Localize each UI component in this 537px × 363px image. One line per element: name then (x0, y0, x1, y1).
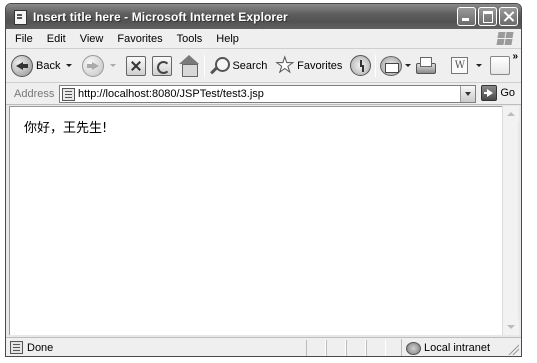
ie-page-icon (12, 9, 28, 25)
page-content: 你好，王先生! (9, 106, 507, 335)
forward-arrow-icon (82, 54, 105, 77)
scroll-up-icon[interactable] (503, 106, 519, 122)
word-icon: W (451, 57, 469, 74)
standard-toolbar: Back Search ★ Favorites W » (6, 49, 521, 83)
home-button[interactable] (178, 52, 200, 80)
toolbar-separator (375, 54, 377, 77)
favorites-star-icon: ★ (275, 53, 295, 77)
status-panels (306, 340, 386, 356)
address-dropdown-icon[interactable] (460, 86, 475, 102)
address-input[interactable]: http://localhost:8080/JSPTest/test3.jsp (59, 85, 476, 103)
back-label: Back (36, 59, 61, 72)
windows-logo-icon (493, 30, 515, 48)
status-text: Done (27, 341, 54, 354)
go-button[interactable]: Go (481, 85, 515, 101)
toolbar-overflow-icon[interactable]: » (512, 51, 517, 62)
caption-buttons (457, 7, 518, 26)
greeting-text: 你好，王先生! (24, 121, 108, 136)
home-icon (178, 54, 200, 77)
refresh-button[interactable] (152, 52, 173, 80)
search-label: Search (232, 59, 268, 72)
refresh-icon (152, 55, 173, 76)
search-icon (209, 56, 231, 76)
menu-edit[interactable]: Edit (40, 29, 73, 49)
print-button[interactable] (415, 52, 437, 80)
search-button[interactable]: Search (209, 52, 267, 80)
menu-file[interactable]: File (6, 29, 40, 49)
print-icon (415, 56, 437, 76)
address-bar: Address http://localhost:8080/JSPTest/te… (6, 83, 521, 105)
menu-favorites[interactable]: Favorites (110, 29, 169, 49)
minimize-button[interactable] (457, 7, 476, 26)
stop-button[interactable] (126, 52, 147, 80)
stop-icon (126, 55, 147, 76)
favorites-label: Favorites (297, 59, 343, 72)
browser-window: Insert title here - Microsoft Internet E… (5, 3, 522, 357)
window-title: Insert title here - Microsoft Internet E… (33, 9, 288, 24)
zone-label: Local intranet (424, 342, 491, 354)
resize-grip-icon[interactable] (507, 343, 519, 355)
vertical-scrollbar[interactable] (502, 106, 519, 335)
address-label: Address (14, 87, 55, 100)
status-panel (346, 340, 366, 356)
menu-tools[interactable]: Tools (170, 29, 210, 49)
mail-button[interactable] (380, 52, 412, 80)
back-button[interactable]: Back (11, 52, 73, 80)
toolbar-separator (204, 54, 206, 77)
go-arrow-icon (481, 85, 498, 101)
forward-button[interactable] (82, 52, 117, 80)
discuss-button[interactable] (490, 52, 511, 80)
maximize-button[interactable] (478, 7, 497, 26)
scroll-down-icon[interactable] (503, 319, 519, 335)
favorites-button[interactable]: ★ Favorites (275, 52, 343, 80)
edit-word-button[interactable]: W (451, 52, 483, 80)
title-bar[interactable]: Insert title here - Microsoft Internet E… (6, 4, 521, 29)
address-url[interactable]: http://localhost:8080/JSPTest/test3.jsp (78, 88, 264, 100)
back-arrow-icon (11, 54, 33, 77)
mail-icon (380, 55, 403, 76)
security-zone: Local intranet (401, 339, 501, 356)
edit-dropdown-icon[interactable] (476, 64, 483, 67)
menu-bar: File Edit View Favorites Tools Help (6, 29, 521, 49)
status-panel (326, 340, 346, 356)
page-icon (62, 87, 75, 101)
go-label: Go (500, 87, 515, 99)
status-panel (306, 340, 326, 356)
discuss-icon (490, 56, 511, 75)
close-button[interactable] (499, 7, 518, 26)
mail-dropdown-icon[interactable] (405, 64, 412, 67)
status-bar: Done Local intranet (6, 337, 521, 356)
menu-view[interactable]: View (73, 29, 111, 49)
back-dropdown-icon[interactable] (66, 64, 73, 67)
menu-help[interactable]: Help (209, 29, 246, 49)
forward-dropdown-icon[interactable] (110, 64, 117, 67)
status-panel (366, 340, 386, 356)
done-page-icon (10, 341, 23, 354)
history-button[interactable] (350, 52, 372, 80)
intranet-globe-icon (406, 341, 421, 355)
history-icon (350, 55, 372, 76)
